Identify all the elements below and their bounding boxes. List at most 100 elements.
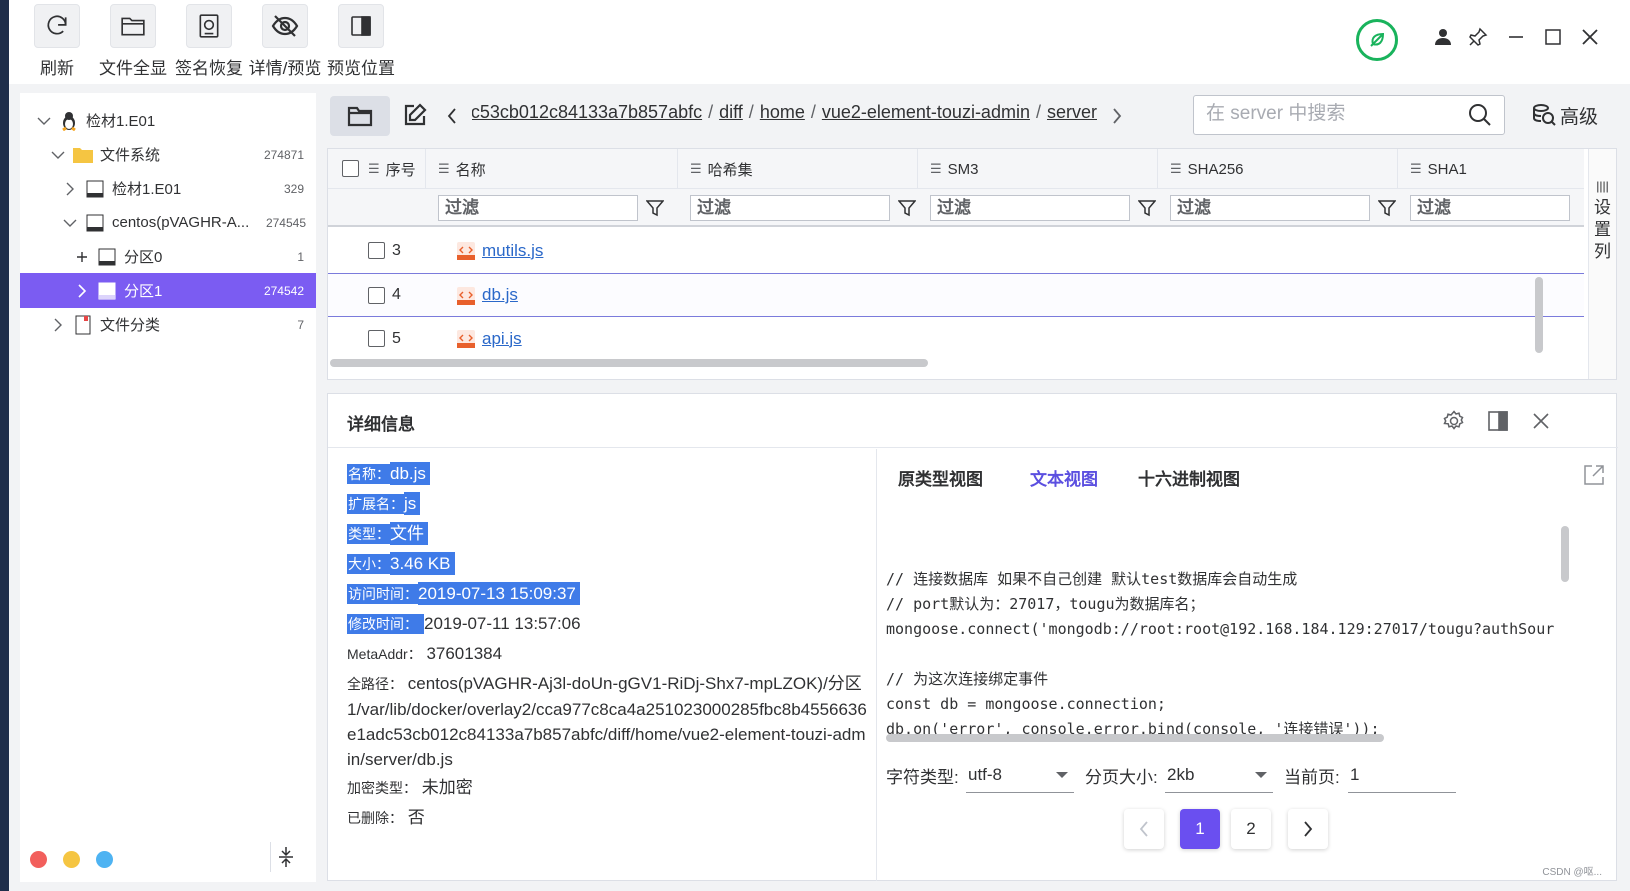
- tab-text-view[interactable]: 文本视图: [1030, 465, 1098, 490]
- chevron-down-icon[interactable]: [50, 150, 66, 160]
- preview-position-button[interactable]: 预览位置: [321, 4, 401, 79]
- gear-icon: [1443, 410, 1464, 430]
- tree-item-partition-0[interactable]: 分区0 1: [20, 239, 316, 274]
- refresh-button[interactable]: 刷新: [17, 4, 97, 79]
- maximize-button[interactable]: [1538, 22, 1568, 52]
- filter-sha1-input[interactable]: [1410, 195, 1570, 221]
- show-all-files-button[interactable]: 文件全显: [93, 4, 173, 79]
- page-button-1[interactable]: 1: [1180, 809, 1220, 849]
- pin-button[interactable]: [1463, 22, 1493, 52]
- tree-item-filesystem[interactable]: 文件系统 274871: [20, 137, 316, 172]
- collapse-all-button[interactable]: [270, 842, 300, 872]
- blue-dot[interactable]: [96, 851, 113, 868]
- table-row-selected[interactable]: 4 db.js: [328, 273, 1584, 317]
- file-name-link[interactable]: mutils.js: [482, 241, 543, 261]
- filter-icon[interactable]: [898, 199, 916, 217]
- prev-page-button[interactable]: [1124, 809, 1164, 849]
- row-index: 4: [392, 286, 401, 303]
- search-icon[interactable]: [1468, 103, 1492, 127]
- file-name-link[interactable]: api.js: [482, 329, 522, 349]
- breadcrumb-item[interactable]: dc53cb012c84133a7b857abfc: [472, 102, 702, 122]
- tree-item-label: centos(pVAGHR-A...: [112, 214, 250, 231]
- details-preview-button[interactable]: 详情/预览: [245, 4, 325, 79]
- plus-icon[interactable]: [74, 251, 90, 263]
- filter-sha256-input[interactable]: [1170, 195, 1370, 221]
- tree-item-evidence-root[interactable]: 检材1.E01: [20, 103, 316, 138]
- yellow-dot[interactable]: [63, 851, 80, 868]
- prop-key: 修改时间：: [347, 614, 424, 634]
- tab-hex-view[interactable]: 十六进制视图: [1138, 465, 1240, 490]
- tab-native-view[interactable]: 原类型视图: [898, 465, 983, 490]
- prop-key: 名称：: [347, 464, 390, 484]
- details-layout-button[interactable]: [1484, 407, 1512, 435]
- column-settings-button[interactable]: |||| 设置列: [1588, 149, 1616, 379]
- row-checkbox[interactable]: [368, 287, 385, 304]
- advanced-search-button[interactable]: 高级: [1532, 99, 1612, 131]
- filter-icon[interactable]: [1138, 199, 1156, 217]
- table-row[interactable]: 5 api.js: [328, 317, 1584, 361]
- search-input[interactable]: [1206, 96, 1456, 132]
- prop-key: 已删除：: [347, 810, 403, 826]
- tree-item-centos-volume[interactable]: centos(pVAGHR-A... 274545: [20, 205, 316, 240]
- leaf-icon: [1370, 32, 1385, 47]
- chevron-down-icon[interactable]: [62, 218, 78, 228]
- column-header-hashset[interactable]: ☰ 哈希集: [678, 149, 918, 189]
- signature-recovery-button[interactable]: 签名恢复: [169, 4, 249, 79]
- column-header-sm3[interactable]: ☰ SM3: [918, 149, 1158, 189]
- page-size-select[interactable]: 2kb: [1165, 757, 1273, 793]
- table-horizontal-scrollbar[interactable]: [330, 359, 928, 367]
- folder-view-button[interactable]: [330, 96, 390, 136]
- scroll-left-button[interactable]: [442, 103, 462, 129]
- column-header-sha256[interactable]: ☰ SHA256: [1158, 149, 1398, 189]
- page-button-2[interactable]: 2: [1231, 809, 1271, 849]
- chevron-right-icon: [1113, 108, 1122, 124]
- edit-path-button[interactable]: [399, 99, 431, 131]
- breadcrumb-item[interactable]: diff: [719, 102, 743, 122]
- open-external-icon[interactable]: [1582, 463, 1606, 487]
- column-header-index[interactable]: ☰ 序号: [356, 149, 426, 189]
- chevron-right-icon[interactable]: [62, 182, 78, 196]
- filter-sm3-input[interactable]: [930, 195, 1130, 221]
- red-dot[interactable]: [30, 851, 47, 868]
- tree-item-partition-1[interactable]: 分区1 274542: [20, 273, 316, 308]
- current-page-input[interactable]: 1: [1348, 757, 1456, 793]
- chevron-right-icon[interactable]: [50, 318, 66, 332]
- tree-item-label: 检材1.E01: [112, 181, 182, 198]
- breadcrumb-item[interactable]: server: [1047, 102, 1097, 122]
- text-content[interactable]: // 连接数据库 如果不自己创建 默认test数据库会自动生成 // port默认…: [886, 567, 1554, 747]
- chevron-down-icon[interactable]: [36, 116, 52, 126]
- column-header-sha1[interactable]: ☰ SHA1: [1398, 149, 1584, 189]
- user-button[interactable]: [1428, 22, 1458, 52]
- next-page-button[interactable]: [1288, 809, 1328, 849]
- table-row[interactable]: 3 mutils.js: [328, 229, 1584, 273]
- charset-select[interactable]: utf-8: [966, 757, 1074, 793]
- filter-hashset-input[interactable]: [690, 195, 890, 221]
- row-checkbox[interactable]: [368, 330, 385, 347]
- tree-item-count: 274545: [265, 215, 306, 230]
- filter-name-input[interactable]: [438, 195, 638, 221]
- details-close-button[interactable]: [1527, 407, 1555, 435]
- breadcrumb-item[interactable]: home: [760, 102, 805, 122]
- table-vertical-scrollbar[interactable]: [1535, 277, 1543, 353]
- column-header-name[interactable]: ☰ 名称: [426, 149, 678, 189]
- details-settings-button[interactable]: [1440, 407, 1468, 435]
- column-label: 哈希集: [707, 161, 753, 179]
- row-checkbox[interactable]: [368, 242, 385, 259]
- text-vertical-scrollbar[interactable]: [1561, 526, 1569, 582]
- filter-icon[interactable]: [1378, 199, 1396, 217]
- minimize-button[interactable]: [1501, 22, 1531, 52]
- status-indicator[interactable]: [1356, 19, 1398, 61]
- tree-item-e01-image[interactable]: 检材1.E01 329: [20, 171, 316, 206]
- tree-item-file-categories[interactable]: 文件分类 7: [20, 307, 316, 342]
- breadcrumb-item[interactable]: vue2-element-touzi-admin: [822, 102, 1030, 122]
- filter-icon[interactable]: [646, 199, 664, 217]
- file-name-link[interactable]: db.js: [482, 285, 518, 305]
- code-line: mongoose.connect('mongodb://root:root@19…: [886, 620, 1554, 638]
- tree-item-count: 1: [297, 249, 304, 264]
- evidence-tree: 检材1.E01 文件系统 274871 检材1.E01 329 centos(p…: [20, 93, 316, 882]
- close-button[interactable]: [1575, 22, 1605, 52]
- details-panel: 详细信息 名称：db.js 扩展名：js 类型：文件 大小：3.46 KB 访问…: [327, 393, 1618, 881]
- chevron-right-icon[interactable]: [74, 283, 90, 298]
- scroll-right-button[interactable]: [1107, 103, 1127, 129]
- text-horizontal-scrollbar[interactable]: [886, 734, 1384, 742]
